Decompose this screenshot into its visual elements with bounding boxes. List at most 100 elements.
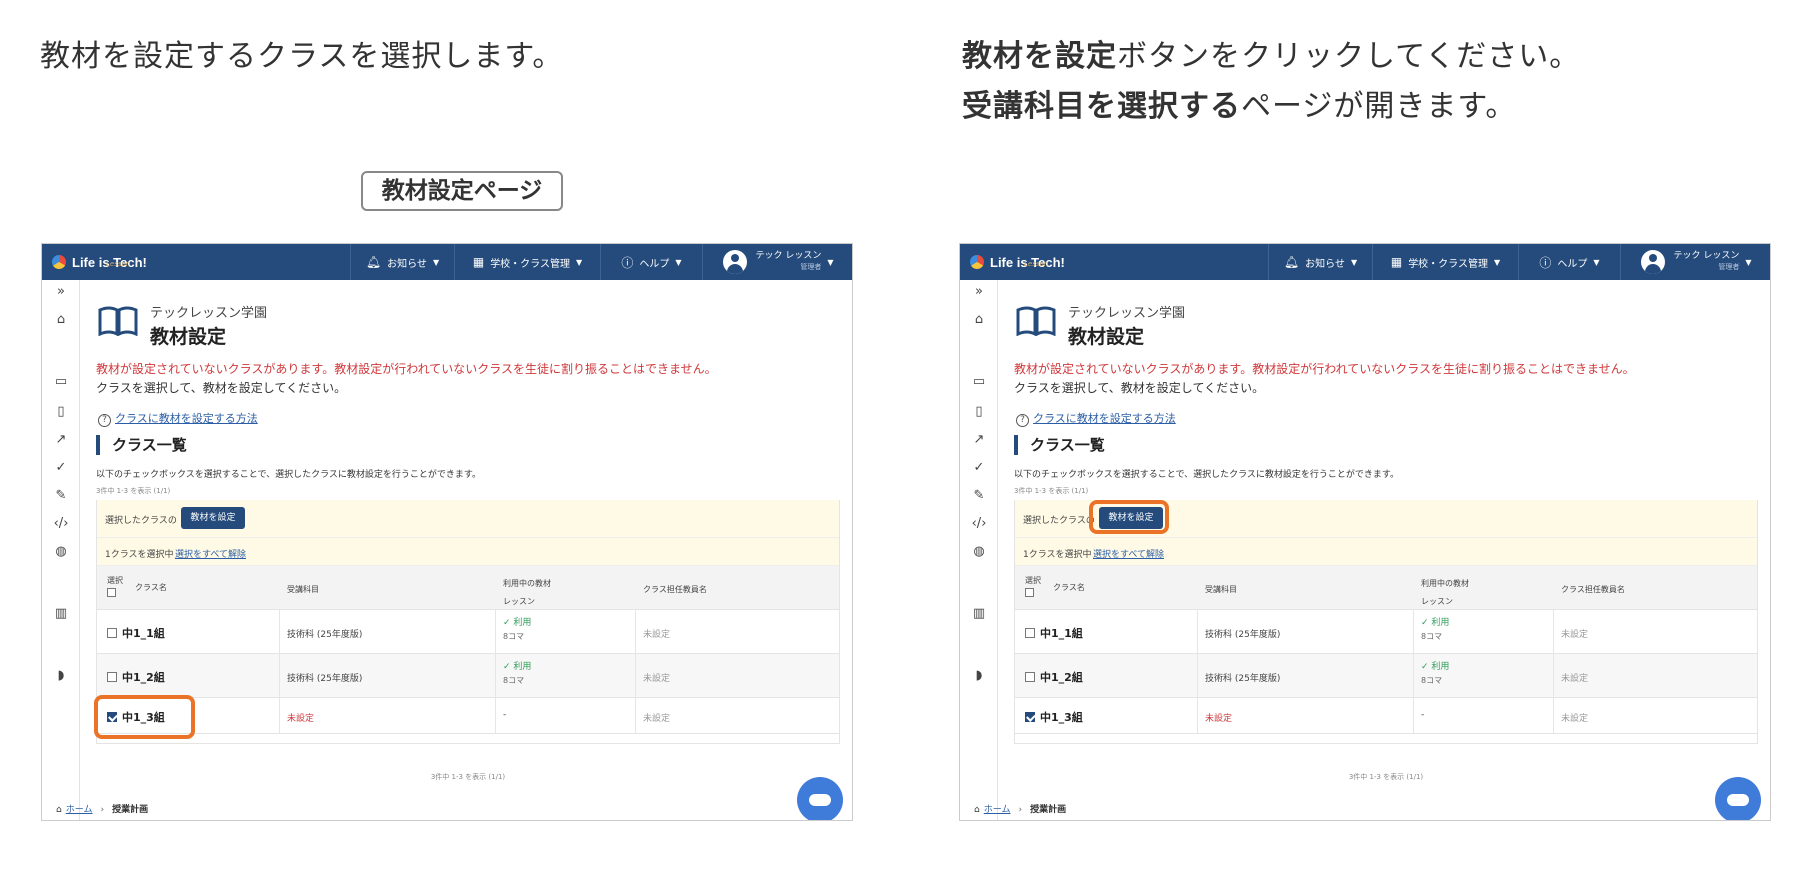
bell-icon: 🔔︎ — [1283, 255, 1300, 269]
column-divider — [495, 698, 496, 733]
row-checkbox[interactable] — [107, 672, 117, 682]
column-divider — [1413, 654, 1414, 697]
chart-icon[interactable]: ▥ — [960, 606, 998, 621]
caret-down-icon: ▼ — [1350, 257, 1358, 267]
class-name-cell: 中1_1組 — [107, 625, 165, 641]
palette-icon[interactable]: ◍ — [960, 544, 998, 559]
expand-sidebar-icon[interactable]: » — [42, 284, 80, 299]
school-name: テックレッスン学園 — [1068, 306, 1186, 321]
nav-news-label: お知らせ — [387, 258, 427, 270]
beginner-icon[interactable]: ◗ — [960, 668, 998, 683]
trend-icon[interactable]: ↗ — [42, 432, 80, 447]
nav-news-menu[interactable]: 🔔︎ お知らせ ▼ — [350, 244, 454, 280]
row-checkbox[interactable] — [1025, 628, 1035, 638]
material-status: ✓ 利用 — [503, 618, 532, 628]
book-icon — [1016, 306, 1056, 336]
pen-icon[interactable]: ✎ — [960, 488, 998, 503]
instruction-left: 教材を設定するクラスを選択します。 — [40, 32, 563, 82]
beginner-icon[interactable]: ◗ — [42, 668, 80, 683]
row-checkbox-checked[interactable] — [1025, 712, 1035, 722]
result-count: 3件中 1-3 を表示 (1/1) — [96, 487, 171, 495]
column-divider — [1197, 654, 1198, 697]
logo-subtext: Lesson — [106, 260, 131, 268]
table-row[interactable]: 中1_2組 技術科 (25年度版) ✓ 利用 8コマ 未設定 — [97, 654, 839, 698]
help-link-text: クラスに教材を設定する方法 — [1033, 412, 1176, 425]
pen-icon[interactable]: ✎ — [42, 488, 80, 503]
logo[interactable]: Life is Tech! — [970, 250, 1065, 274]
clear-selection-link[interactable]: 選択をすべて解除 — [1093, 547, 1164, 560]
set-material-button[interactable]: 教材を設定 — [181, 507, 245, 529]
clear-selection-link[interactable]: 選択をすべて解除 — [175, 547, 246, 560]
material-cell: ✓ 利用 8コマ — [1421, 661, 1449, 688]
column-divider — [495, 610, 496, 653]
material-cell: ✓ 利用 8コマ — [503, 661, 531, 688]
user-info: テック レッスン 管理者 — [1673, 251, 1739, 273]
chart-icon[interactable]: ▥ — [42, 606, 80, 621]
teacher-cell: 未設定 — [643, 714, 671, 724]
nav-help-menu[interactable]: ⓘ ヘルプ ▼ — [600, 244, 702, 280]
help-link[interactable]: ? クラスに教材を設定する方法 — [98, 410, 258, 427]
class-name: 中1_3組 — [1040, 711, 1083, 724]
terminal-icon[interactable]: ▭ — [42, 374, 80, 389]
home-icon[interactable]: ⌂ — [42, 312, 80, 327]
koma-count: 8コマ — [503, 632, 525, 641]
row-checkbox[interactable] — [1025, 672, 1035, 682]
home-icon[interactable]: ⌂ — [960, 312, 998, 327]
nav-user-menu[interactable]: テック レッスン 管理者 ▼ — [1620, 244, 1770, 280]
nav-news-menu[interactable]: 🔔︎ お知らせ ▼ — [1268, 244, 1372, 280]
column-divider — [279, 698, 280, 733]
warning-message: 教材が設定されていないクラスがあります。教材設定が行われていないクラスを生徒に割… — [96, 362, 717, 376]
table-row[interactable]: 中1_1組 技術科 (25年度版) ✓ 利用 8コマ 未設定 — [1015, 610, 1757, 654]
subject-cell: 技術科 (25年度版) — [1205, 674, 1281, 684]
sidebar: » ⌂ ▭ ▯ ↗ ✓ ✎ ‹/› ◍ ▥ ◗ — [960, 280, 998, 820]
table-header: 選択 クラス名 受講科目 利用中の教材 レッスン クラス担任教員名 — [1015, 566, 1757, 610]
material-status: ✓ 利用 — [1421, 618, 1450, 628]
help-link[interactable]: ? クラスに教材を設定する方法 — [1016, 410, 1176, 427]
terminal-icon[interactable]: ▭ — [960, 374, 998, 389]
column-divider — [1553, 698, 1554, 733]
teacher-cell: 未設定 — [1561, 714, 1589, 724]
class-name-cell: 中1_1組 — [1025, 625, 1083, 641]
subject-cell: 未設定 — [287, 714, 315, 724]
breadcrumb-home-link[interactable]: ホーム — [984, 805, 1011, 815]
table-row[interactable]: 中1_3組 未設定 - 未設定 — [97, 698, 839, 734]
tutorial-page: 教材を設定するクラスを選択します。 教材を設定ボタンをクリックしてください。 受… — [0, 0, 1820, 876]
nav-school-menu[interactable]: ▦ 学校・クラス管理 ▼ — [454, 244, 600, 280]
table-row[interactable]: 中1_3組 未設定 - 未設定 — [1015, 698, 1757, 734]
select-all-checkbox[interactable] — [107, 588, 116, 597]
expand-sidebar-icon[interactable]: » — [960, 284, 998, 299]
logo-mark-icon — [970, 255, 984, 269]
breadcrumb-home-link[interactable]: ホーム — [66, 805, 93, 815]
nav-school-menu[interactable]: ▦ 学校・クラス管理 ▼ — [1372, 244, 1518, 280]
logo[interactable]: Life is Tech! — [52, 250, 147, 274]
header-material-line2: レッスン — [1421, 597, 1453, 606]
material-status: ✓ 利用 — [503, 662, 532, 672]
chat-icon[interactable] — [797, 777, 843, 820]
code-icon[interactable]: ‹/› — [42, 516, 80, 531]
nav-user-menu[interactable]: テック レッスン 管理者 ▼ — [702, 244, 852, 280]
nav-school-label: 学校・クラス管理 — [490, 258, 570, 270]
check-circle-icon[interactable]: ✓ — [960, 460, 998, 475]
column-divider — [1413, 610, 1414, 653]
header-select-label: 選択 — [1025, 576, 1041, 585]
instruction-right-bold-1: 教材を設定 — [962, 39, 1117, 74]
table-row[interactable]: 中1_1組 技術科 (25年度版) ✓ 利用 8コマ 未設定 — [97, 610, 839, 654]
trend-icon[interactable]: ↗ — [960, 432, 998, 447]
code-icon[interactable]: ‹/› — [960, 516, 998, 531]
check-circle-icon[interactable]: ✓ — [42, 460, 80, 475]
palette-icon[interactable]: ◍ — [42, 544, 80, 559]
chat-icon[interactable] — [1715, 777, 1761, 820]
column-divider — [635, 698, 636, 733]
help-circle-icon: ⓘ — [1539, 255, 1552, 270]
document-edit-icon[interactable]: ▯ — [960, 404, 998, 419]
document-edit-icon[interactable]: ▯ — [42, 404, 80, 419]
material-cell: ✓ 利用 8コマ — [1421, 617, 1449, 644]
selected-count: 1クラスを選択中 — [105, 550, 174, 560]
nav-help-menu[interactable]: ⓘ ヘルプ ▼ — [1518, 244, 1620, 280]
select-all-checkbox[interactable] — [1025, 588, 1034, 597]
selection-bar: 1クラスを選択中 選択をすべて解除 — [97, 538, 839, 566]
row-checkbox[interactable] — [107, 628, 117, 638]
table-row[interactable]: 中1_2組 技術科 (25年度版) ✓ 利用 8コマ 未設定 — [1015, 654, 1757, 698]
chevron-right-icon: › — [100, 805, 105, 815]
material-status: ✓ 利用 — [1421, 662, 1450, 672]
